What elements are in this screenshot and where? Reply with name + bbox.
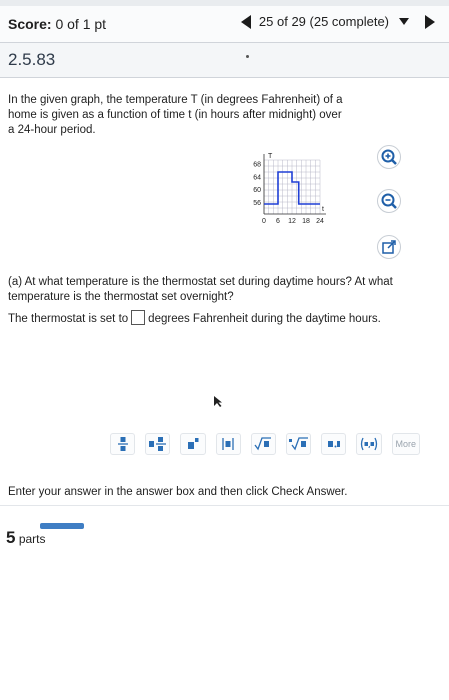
question-navigation: 25 of 29 (25 complete) — [240, 14, 435, 29]
answer-suffix: degrees Fahrenheit during the daytime ho… — [148, 313, 381, 325]
temperature-graph: Tt 68 64 60 56 0 6 12 18 24 — [240, 150, 330, 232]
zoom-in-icon[interactable] — [377, 145, 401, 169]
popout-icon[interactable] — [377, 235, 401, 259]
x-tick-label: 12 — [288, 218, 296, 225]
answer-line: The thermostat is set to degrees Fahrenhe… — [8, 310, 448, 327]
absolute-value-icon[interactable] — [215, 433, 241, 455]
exponent-icon[interactable] — [180, 433, 206, 455]
x-tick-label: 18 — [302, 218, 310, 225]
interval-icon[interactable] — [356, 433, 382, 455]
mixed-number-icon[interactable] — [145, 433, 171, 455]
part-a: (a) At what temperature is the thermosta… — [8, 275, 448, 327]
question-number-bar: 2.5.83 — [0, 43, 449, 78]
parts-progress-bar — [40, 523, 84, 529]
x-tick-label: 0 — [262, 218, 266, 225]
next-question-icon[interactable] — [425, 14, 435, 29]
score-label: Score: — [8, 16, 52, 32]
nth-root-icon[interactable] — [285, 433, 312, 455]
y-axis-label: T — [268, 153, 273, 160]
answer-prefix: The thermostat is set to — [8, 313, 129, 325]
question-number: 2.5.83 — [8, 50, 56, 69]
fraction-icon[interactable] — [110, 433, 136, 455]
parts-label: parts — [18, 532, 46, 546]
parts-count: 5 — [6, 528, 16, 547]
x-tick-label: 6 — [276, 218, 280, 225]
score: Score: 0 of 1 pt — [8, 16, 106, 32]
y-tick-label: 68 — [253, 162, 261, 169]
part-a-question: (a) At what temperature is the thermosta… — [8, 276, 393, 303]
daytime-temperature-input[interactable] — [131, 310, 146, 325]
question-list-dropdown-icon[interactable] — [399, 18, 409, 25]
question-text: In the given graph, the temperature T (i… — [8, 94, 343, 136]
previous-question-icon[interactable] — [240, 14, 251, 29]
mouse-cursor-icon — [214, 395, 224, 413]
progress-text: 25 of 29 (25 complete) — [258, 14, 389, 29]
zoom-out-icon[interactable] — [377, 189, 401, 213]
decorative-dot — [246, 55, 249, 58]
y-tick-label: 64 — [253, 174, 261, 181]
header-bar: Score: 0 of 1 pt 25 of 29 (25 complete) — [0, 6, 449, 43]
y-tick-label: 60 — [253, 187, 261, 194]
instruction-text: Enter your answer in the answer box and … — [8, 486, 348, 498]
graph-tools — [367, 145, 407, 275]
score-value: 0 of 1 pt — [55, 16, 107, 32]
y-tick-label: 56 — [253, 200, 261, 207]
x-tick-label: 24 — [316, 218, 324, 225]
graph-svg: Tt 68 64 60 56 0 6 12 18 24 — [253, 153, 326, 225]
parts-indicator: 5 parts — [6, 528, 46, 548]
more-button[interactable]: More — [391, 433, 420, 455]
x-axis-label: t — [322, 206, 324, 213]
square-root-icon[interactable] — [250, 433, 276, 455]
footer-divider — [0, 505, 449, 506]
math-palette: More — [110, 430, 430, 458]
decimal-icon[interactable] — [321, 433, 347, 455]
